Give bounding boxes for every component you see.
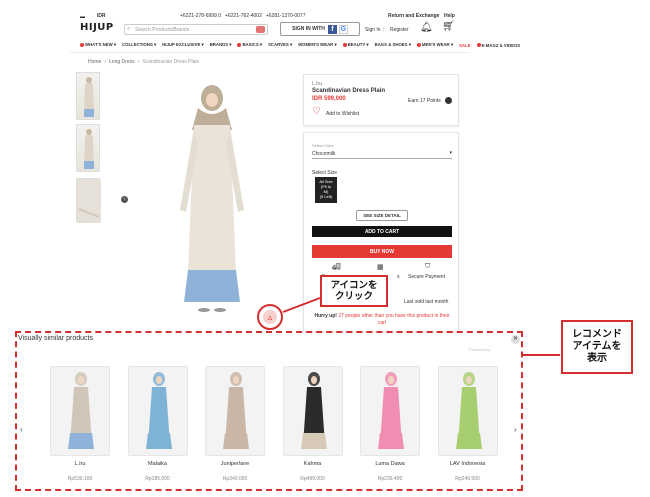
similar-product-name[interactable]: Kahma	[283, 461, 343, 467]
similar-product-name[interactable]: Juniperlane	[205, 461, 265, 467]
similar-product-price: Rp239,400	[377, 476, 403, 482]
similar-product-name[interactable]: L.Iru	[50, 461, 110, 467]
similar-product-card[interactable]: Luma Dawa Rp239,400	[360, 366, 420, 482]
carousel-prev-icon[interactable]: ‹	[20, 425, 23, 434]
model-dress-icon	[455, 372, 482, 449]
click-icon-annotation: アイコンを クリック	[320, 275, 388, 307]
similar-product-image[interactable]	[360, 366, 420, 456]
similar-product-price: Rp539,100	[67, 476, 93, 482]
similar-product-price: Rp499,000	[300, 476, 325, 482]
similar-product-price: Rp249,500	[455, 476, 480, 482]
similar-product-card[interactable]: Kahma Rp499,000	[282, 366, 343, 482]
similar-product-card[interactable]: Malaika Rp185,000	[127, 366, 188, 482]
model-dress-icon	[68, 372, 94, 449]
similar-product-image[interactable]	[205, 366, 265, 456]
similar-products-title: Visually similar products	[18, 335, 93, 342]
model-dress-icon	[300, 372, 327, 449]
model-dress-icon	[378, 372, 404, 449]
similar-product-image[interactable]	[437, 366, 498, 456]
powered-by-label: Powered by	[469, 347, 491, 352]
carousel-next-icon[interactable]: ›	[514, 425, 517, 434]
similar-product-card[interactable]: Juniperlane Rp340,000	[205, 366, 265, 482]
similar-product-image[interactable]	[50, 366, 110, 456]
similar-product-price: Rp185,000	[145, 476, 170, 482]
close-icon[interactable]: ✕	[511, 335, 520, 344]
similar-product-card[interactable]: LAV Indonesia Rp249,500	[437, 366, 498, 482]
similar-product-image[interactable]	[127, 366, 188, 456]
similar-product-name[interactable]: Luma Dawa	[360, 461, 420, 467]
model-dress-icon	[223, 372, 249, 449]
similar-product-name[interactable]: Malaika	[128, 461, 188, 467]
similar-product-name[interactable]: LAV Indonesia	[438, 461, 498, 467]
similar-product-price: Rp340,000	[222, 476, 248, 482]
similar-product-image[interactable]	[282, 366, 343, 456]
model-dress-icon	[145, 372, 172, 449]
recommend-annotation: レコメンド アイテムを 表示	[561, 320, 633, 374]
similar-product-card[interactable]: L.Iru Rp539,100	[50, 366, 110, 482]
